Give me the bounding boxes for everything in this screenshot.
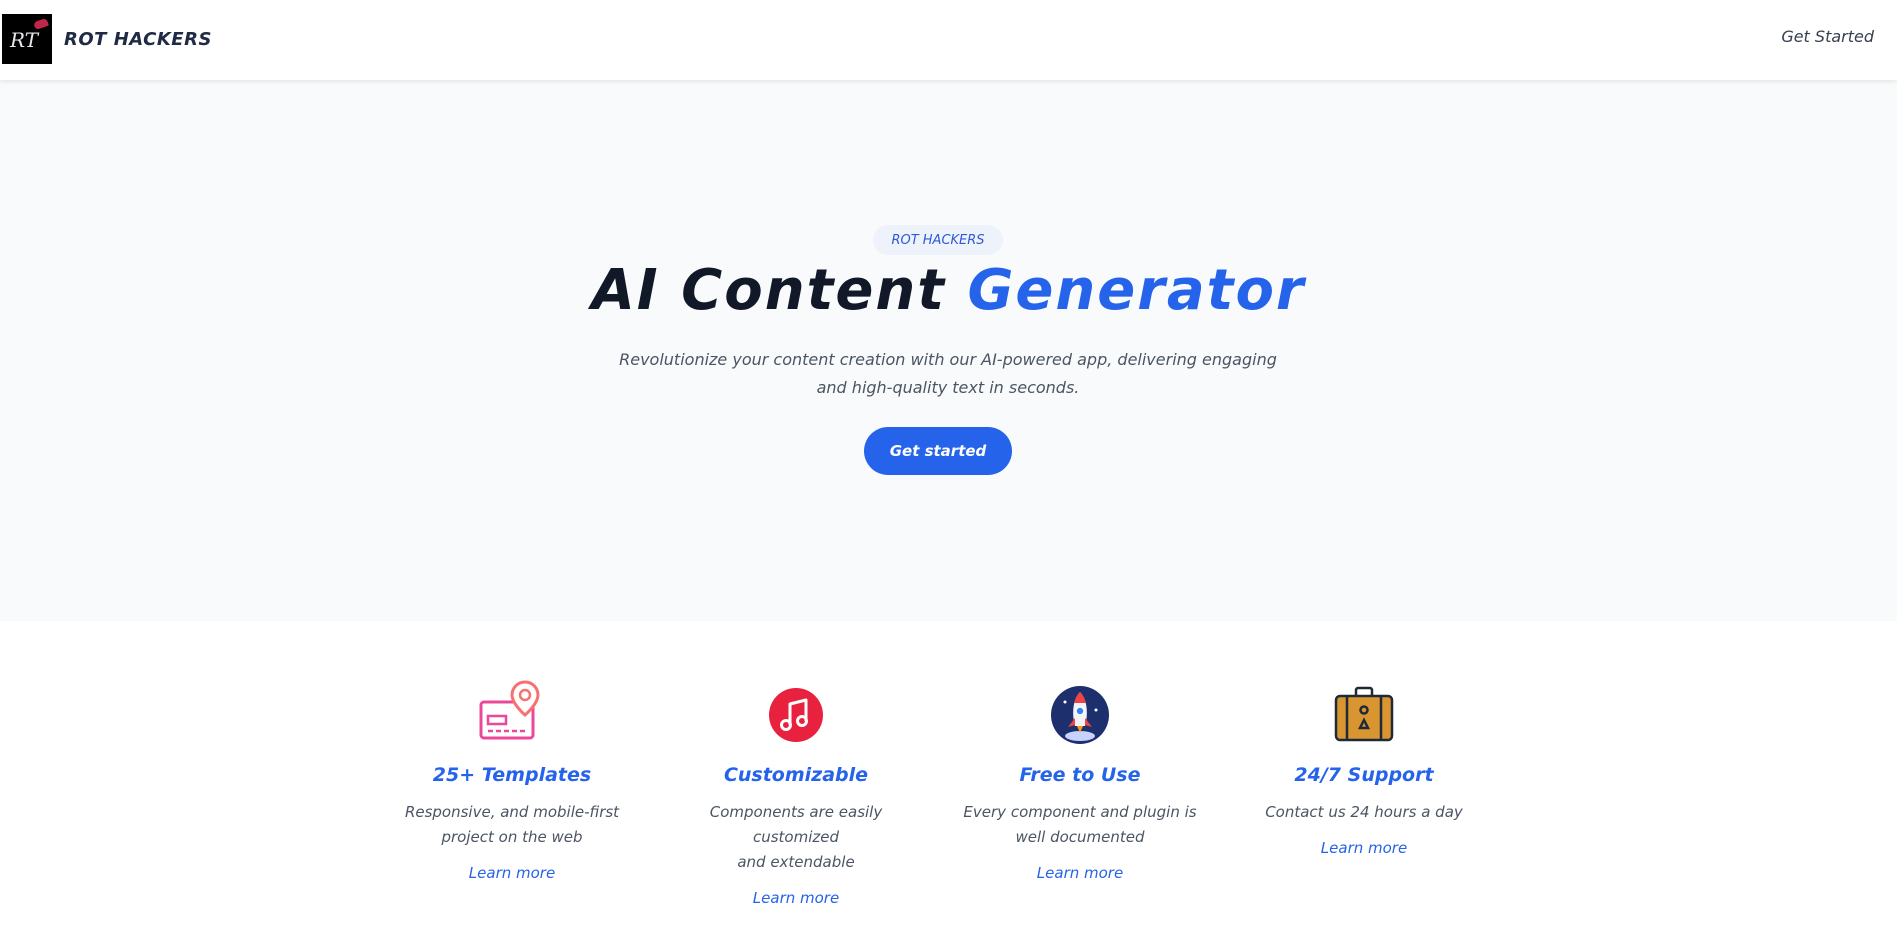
brand-name: ROT HACKERS (64, 28, 212, 50)
hero-title-accent: Generator (967, 258, 1306, 323)
feature-title: Customizable (723, 764, 869, 786)
brand-link[interactable]: RT ROT HACKERS (2, 14, 212, 64)
hero-badge: ROT HACKERS (873, 225, 1003, 255)
feature-desc-line1: Components are easily customized (709, 803, 883, 846)
learn-more-link[interactable]: Learn more (1234, 839, 1494, 857)
feature-card-support: 24/7 Support Contact us 24 hours a day L… (1234, 680, 1494, 857)
feature-desc-line2: project on the web (441, 828, 583, 846)
hero-subtitle: Revolutionize your content creation with… (598, 346, 1298, 402)
get-started-button[interactable]: Get started (864, 427, 1012, 475)
hero-section: ROT HACKERS AI Content Generator Revolut… (0, 80, 1897, 621)
feature-title: Free to Use (1019, 764, 1141, 786)
brand-logo: RT (2, 14, 52, 64)
nav-get-started-link[interactable]: Get Started (1781, 27, 1874, 46)
feature-description: Every component and plugin is well docume… (950, 800, 1210, 850)
hero-title: AI Content Generator (0, 258, 1897, 323)
feature-title: 25+ Templates (432, 764, 592, 786)
learn-more-link[interactable]: Learn more (382, 864, 642, 882)
feature-description: Contact us 24 hours a day (1234, 800, 1494, 825)
hero-title-main: AI Content (591, 258, 968, 323)
suitcase-icon (1329, 680, 1399, 750)
location-card-icon (477, 680, 547, 750)
learn-more-link[interactable]: Learn more (666, 889, 926, 907)
music-note-icon (761, 680, 831, 750)
feature-description: Responsive, and mobile-first project on t… (382, 800, 642, 850)
top-navbar: RT ROT HACKERS Get Started (0, 0, 1897, 80)
feature-title: 24/7 Support (1294, 764, 1434, 786)
rocket-icon (1045, 680, 1115, 750)
feature-desc-line2: well documented (1015, 828, 1145, 846)
learn-more-link[interactable]: Learn more (950, 864, 1210, 882)
feature-desc-line1: Every component and plugin is (963, 803, 1197, 821)
brand-logo-text: RT (10, 28, 39, 52)
feature-desc-line2: and extendable (737, 853, 855, 871)
hero-subtitle-line1: Revolutionize your content creation with… (619, 350, 1277, 369)
feature-card-free: Free to Use Every component and plugin i… (950, 680, 1210, 882)
feature-description: Components are easily customized and exte… (666, 800, 926, 875)
feature-card-templates: 25+ Templates Responsive, and mobile-fir… (382, 680, 642, 882)
feature-desc-line1: Contact us 24 hours a day (1265, 803, 1463, 821)
hero-subtitle-line2: and high-quality text in seconds. (816, 378, 1080, 397)
feature-desc-line1: Responsive, and mobile-first (404, 803, 620, 821)
feature-card-customizable: Customizable Components are easily custo… (666, 680, 926, 907)
logo-wing-shape (33, 17, 49, 31)
